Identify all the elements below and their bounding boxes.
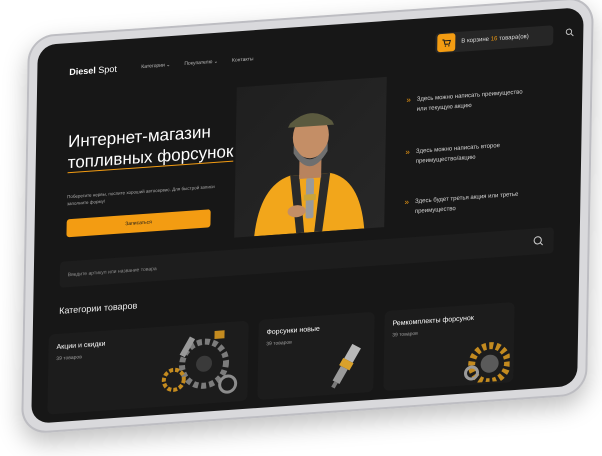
mechanic-photo (234, 76, 387, 238)
nav-item-categories[interactable]: Категории ⌄ (141, 62, 170, 70)
cart-widget[interactable]: В корзине 16 товара(ов) (435, 25, 554, 54)
advantage-2: » Здесь можно написать второе преимущест… (405, 139, 525, 167)
tablet-device: Diesel Spot Категории ⌄ Покупателю ⌄ Кон… (21, 0, 594, 435)
advantage-text: Здесь будет третья акция или третье преи… (414, 191, 519, 215)
header-search-button[interactable] (559, 21, 579, 42)
tablet-screen: Diesel Spot Категории ⌄ Покупателю ⌄ Кон… (31, 7, 584, 424)
chevron-right-icon: » (404, 197, 410, 207)
product-search-bar (59, 227, 554, 288)
category-count: 39 товаров (56, 354, 82, 363)
cart-icon (437, 33, 456, 53)
nav-item-contacts[interactable]: Контакты (232, 56, 254, 64)
category-count: 39 товаров (266, 339, 292, 348)
advantage-3: » Здесь будет третья акция или третье пр… (404, 189, 524, 217)
product-search-button[interactable] (532, 234, 546, 249)
categories-title: Категории товаров (59, 300, 138, 316)
chevron-right-icon: » (406, 95, 411, 105)
main-nav: Категории ⌄ Покупателю ⌄ Контакты (141, 56, 253, 70)
logo-part1: Diesel (69, 65, 96, 78)
category-name: Ремкомплекты форсунок (392, 314, 474, 328)
category-card-sales[interactable]: Акции и скидки 39 товаров (47, 320, 249, 415)
cart-suffix: товара(ов) (499, 33, 529, 43)
parts-illustration (161, 330, 238, 394)
nav-item-customers[interactable]: Покупателю ⌄ (184, 59, 218, 67)
hero-subtitle: Поберегите нервы, поспите хороший автосе… (66, 183, 215, 207)
injector-illustration (331, 343, 361, 389)
cart-prefix: В корзине (461, 36, 490, 45)
logo-part2: Spot (98, 63, 117, 76)
category-name: Форсунки новые (266, 325, 320, 337)
chevron-right-icon: » (405, 147, 410, 157)
site-header: Diesel Spot Категории ⌄ Покупателю ⌄ Кон… (37, 7, 584, 85)
category-name: Акции и скидки (56, 340, 106, 352)
category-card-new-injectors[interactable]: Форсунки новые 39 товаров (257, 311, 375, 400)
category-card-repair-kits[interactable]: Ремкомплекты форсунок 39 товаров (383, 301, 515, 392)
signup-button[interactable]: Записаться (66, 209, 211, 238)
search-icon (565, 28, 574, 36)
gear-illustration (464, 342, 511, 384)
cart-count: 16 (490, 36, 498, 43)
cart-summary: В корзине 16 товара(ов) (461, 34, 529, 45)
advantage-1: » Здесь можно написать преимущество или … (406, 87, 526, 115)
category-count: 39 товаров (392, 330, 418, 339)
site-logo[interactable]: Diesel Spot (69, 64, 117, 77)
advantage-text: Здесь можно написать преимущество или те… (416, 89, 523, 113)
search-icon (533, 236, 544, 246)
advantage-text: Здесь можно написать второе преимущество… (415, 142, 501, 165)
product-search-input[interactable] (65, 240, 450, 284)
